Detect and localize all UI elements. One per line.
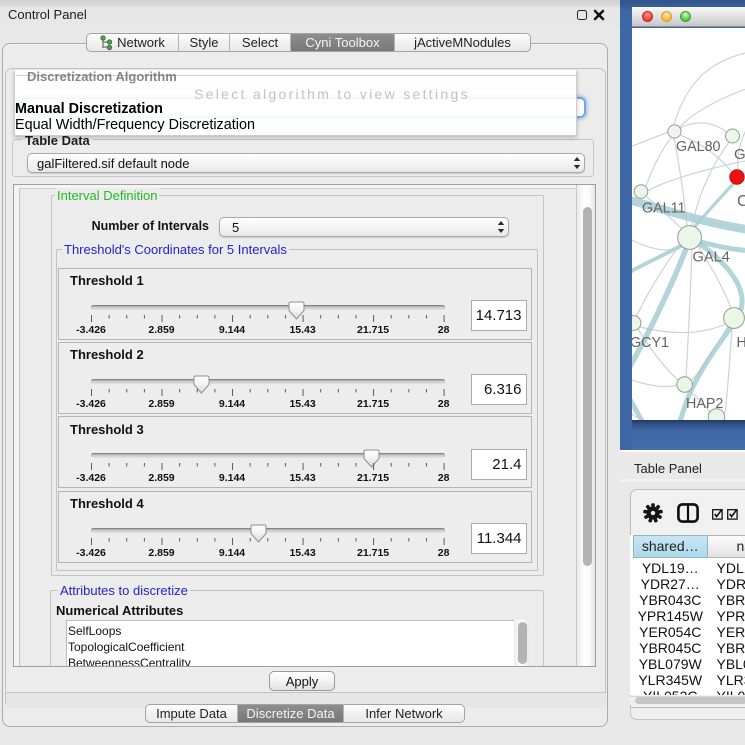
svg-text:GAL11: GAL11	[642, 200, 685, 216]
svg-text:GAL4: GAL4	[693, 249, 730, 265]
svg-text:H: H	[737, 335, 745, 351]
svg-text:GAL80: GAL80	[676, 139, 721, 155]
svg-text:HAP2: HAP2	[686, 396, 723, 412]
svg-text:C: C	[737, 193, 745, 210]
svg-text:GCY1: GCY1	[632, 335, 669, 351]
svg-text:GA: GA	[734, 146, 745, 163]
